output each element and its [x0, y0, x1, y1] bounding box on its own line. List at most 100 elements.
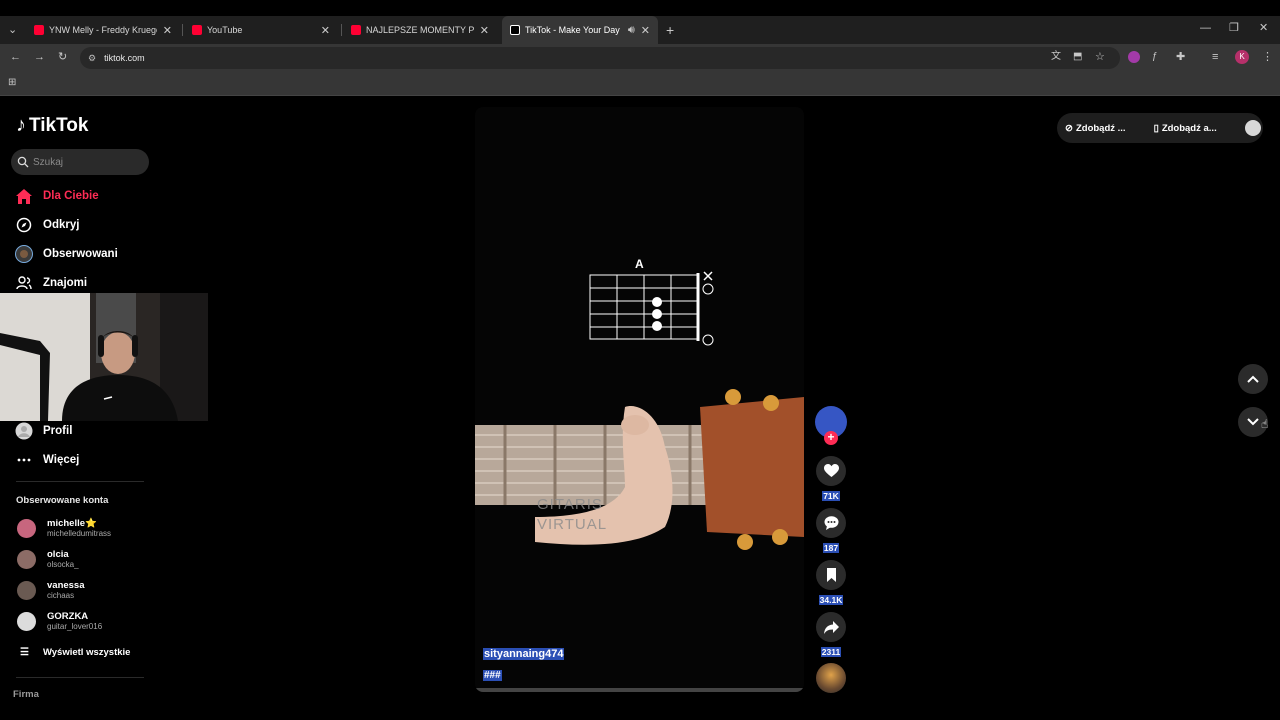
close-icon[interactable]: ✕ [163, 24, 172, 37]
avatar [17, 518, 36, 538]
address-bar[interactable]: ⚙ tiktok.com [80, 47, 1120, 69]
music-disc-icon [816, 663, 846, 693]
forward-icon[interactable]: → [34, 52, 45, 63]
nav-wiecej[interactable]: Więcej [15, 451, 79, 469]
video-tags[interactable]: ### [483, 670, 502, 681]
extensions-puzzle-icon[interactable]: ✚ [1176, 52, 1185, 63]
chevron-down-icon [1247, 418, 1259, 426]
minimize-icon[interactable]: — [1200, 23, 1211, 34]
phone-icon: ▯ [1153, 122, 1159, 134]
heart-icon [816, 456, 846, 486]
bookmark-star-icon[interactable]: ☆ [1095, 52, 1105, 63]
tab-najlepsze[interactable]: NAJLEPSZE MOMENTY POLSKI ✕ [343, 16, 497, 44]
screen-top-edge [0, 0, 1280, 16]
nav-label: Odkryj [43, 219, 80, 231]
tab-title: YNW Melly - Freddy Krueger ( [49, 25, 157, 35]
tab-title: YouTube [207, 25, 243, 35]
speaker-icon[interactable]: 🔊︎ [628, 24, 635, 37]
youtube-icon [192, 25, 202, 35]
like-button[interactable]: 71K [816, 456, 846, 504]
get-coins-label: Zdobądź ... [1075, 122, 1126, 134]
get-coins-button[interactable]: ⊘ Zdobądź ... [1065, 123, 1140, 134]
nav-odkryj[interactable]: Odkryj [15, 216, 79, 234]
followed-heading: Obserwowane konta [16, 495, 109, 506]
video-author[interactable]: sityannaing474 [483, 648, 565, 660]
extension-icon[interactable] [1128, 51, 1140, 63]
get-app-button[interactable]: ▯ Zdobądź a... [1154, 123, 1231, 134]
tiktok-logo[interactable]: ♪ TikTok [16, 114, 88, 137]
close-icon[interactable]: ✕ [321, 24, 330, 37]
extension-f-icon[interactable]: ƒ [1152, 52, 1158, 62]
tab-youtube[interactable]: YouTube ✕ [184, 16, 338, 44]
logo-text: TikTok [29, 114, 89, 136]
save-button[interactable]: 34.1K [816, 560, 846, 608]
like-count: 71K [822, 491, 840, 501]
avatar [17, 549, 36, 569]
share-button[interactable]: 2311 [816, 612, 846, 660]
back-icon[interactable]: ← [10, 52, 21, 63]
follow-plus-icon[interactable]: + [824, 431, 838, 445]
tiktok-page: ♪ TikTok Szukaj Dla Ciebie Odkryj Obserw… [0, 97, 1280, 720]
author-avatar-button[interactable]: + [815, 406, 847, 445]
save-count: 34.1K [818, 595, 844, 605]
followed-account[interactable]: michelle⭐ michelledumitrass [17, 518, 111, 538]
comment-count: 187 [822, 543, 840, 553]
account-handle: michelledumitrass [47, 529, 112, 538]
install-icon[interactable]: ⬒ [1073, 52, 1082, 62]
show-all-button[interactable]: ☰ Wyświetl wszystkie [20, 647, 130, 658]
tab-search-icon[interactable]: ⌄ [8, 25, 17, 36]
account-name: GORZKA [47, 611, 89, 622]
search-input[interactable]: Szukaj [11, 149, 149, 175]
footer-firma[interactable]: Firma [13, 689, 39, 700]
site-info-icon[interactable]: ⚙ [88, 53, 96, 64]
comment-icon [816, 508, 846, 538]
close-icon[interactable]: ✕ [641, 24, 650, 37]
search-icon [17, 156, 29, 168]
apps-grid-icon[interactable]: ⊞ [8, 78, 16, 88]
profile-avatar[interactable]: K [1235, 50, 1249, 64]
tab-title: TikTok - Make Your Day [525, 25, 620, 35]
sidebar-divider [16, 481, 144, 482]
account-name: olcia [47, 549, 69, 560]
followed-account[interactable]: vanessa cichaas [17, 580, 85, 600]
new-tab-icon[interactable]: + [666, 23, 674, 37]
video-watermark: GITARIS VIRTUAL [537, 496, 608, 533]
chord-name: A [635, 257, 644, 271]
video-player[interactable]: A GITARIS VIRTUAL [475, 107, 804, 692]
nav-profil[interactable]: Profil [15, 422, 72, 440]
bookmarks-bar: ⊞ [0, 72, 1280, 96]
media-controls-icon[interactable]: ≡ [1212, 52, 1218, 63]
maximize-icon[interactable]: ❐ [1229, 23, 1239, 34]
tab-tiktok[interactable]: TikTok - Make Your Day 🔊︎ ✕ [502, 16, 658, 44]
nav-label: Dla Ciebie [43, 190, 99, 202]
kebab-menu-icon[interactable]: ⋮ [1262, 52, 1273, 63]
nav-obserwowani[interactable]: Obserwowani [15, 245, 118, 263]
video-progress-bar[interactable] [475, 688, 804, 692]
tab-ynw-melly[interactable]: YNW Melly - Freddy Krueger ( ✕ [26, 16, 180, 44]
account-name: michelle⭐ [47, 518, 97, 529]
nav-label: Znajomi [43, 277, 88, 289]
account-handle: cichaas [47, 591, 75, 600]
tiktok-icon [510, 25, 520, 35]
nav-znajomi[interactable]: Znajomi [15, 274, 87, 292]
close-window-icon[interactable]: ✕ [1259, 23, 1268, 34]
previous-video-button[interactable] [1238, 364, 1268, 394]
followed-account[interactable]: olcia olsocka_ [17, 549, 79, 569]
mouse-cursor: ☝︎ [1261, 417, 1269, 431]
reload-icon[interactable]: ↻ [58, 52, 67, 63]
show-all-label: Wyświetl wszystkie [42, 647, 131, 658]
music-disc-button[interactable] [816, 663, 846, 693]
translate-icon[interactable]: 文 [1051, 52, 1061, 62]
followed-account[interactable]: GORZKA guitar_lover016 [17, 611, 102, 631]
comment-button[interactable]: 187 [816, 508, 846, 556]
nav-label: Obserwowani [43, 248, 118, 260]
more-icon [15, 451, 33, 469]
webcam-overlay [0, 293, 208, 421]
share-count: 2311 [820, 647, 842, 657]
nav-dla-ciebie[interactable]: Dla Ciebie [15, 187, 99, 205]
user-avatar[interactable] [1244, 120, 1261, 136]
home-icon [15, 187, 33, 205]
nav-label: Profil [43, 425, 73, 437]
account-handle: guitar_lover016 [47, 622, 103, 631]
close-icon[interactable]: ✕ [480, 24, 489, 37]
